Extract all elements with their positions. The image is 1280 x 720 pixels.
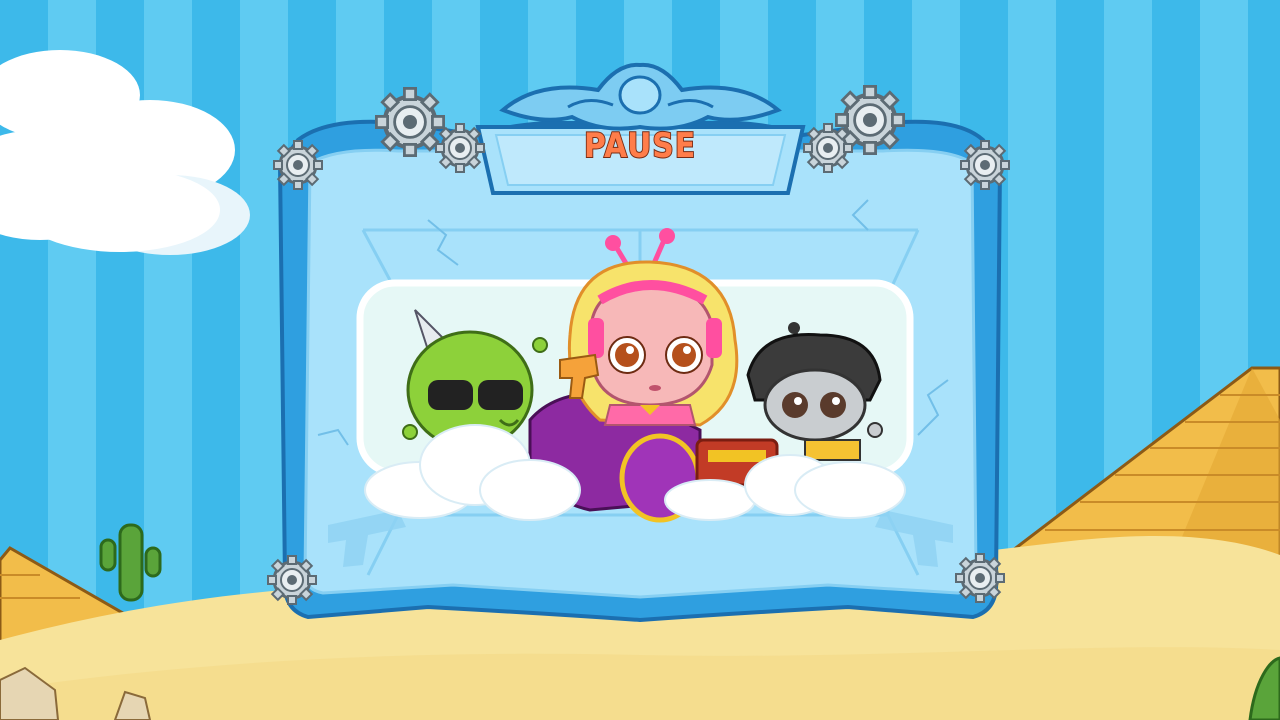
pink-girl-character (559, 228, 739, 427)
pause-title: PAUSE (583, 125, 697, 167)
character-group (364, 228, 906, 523)
